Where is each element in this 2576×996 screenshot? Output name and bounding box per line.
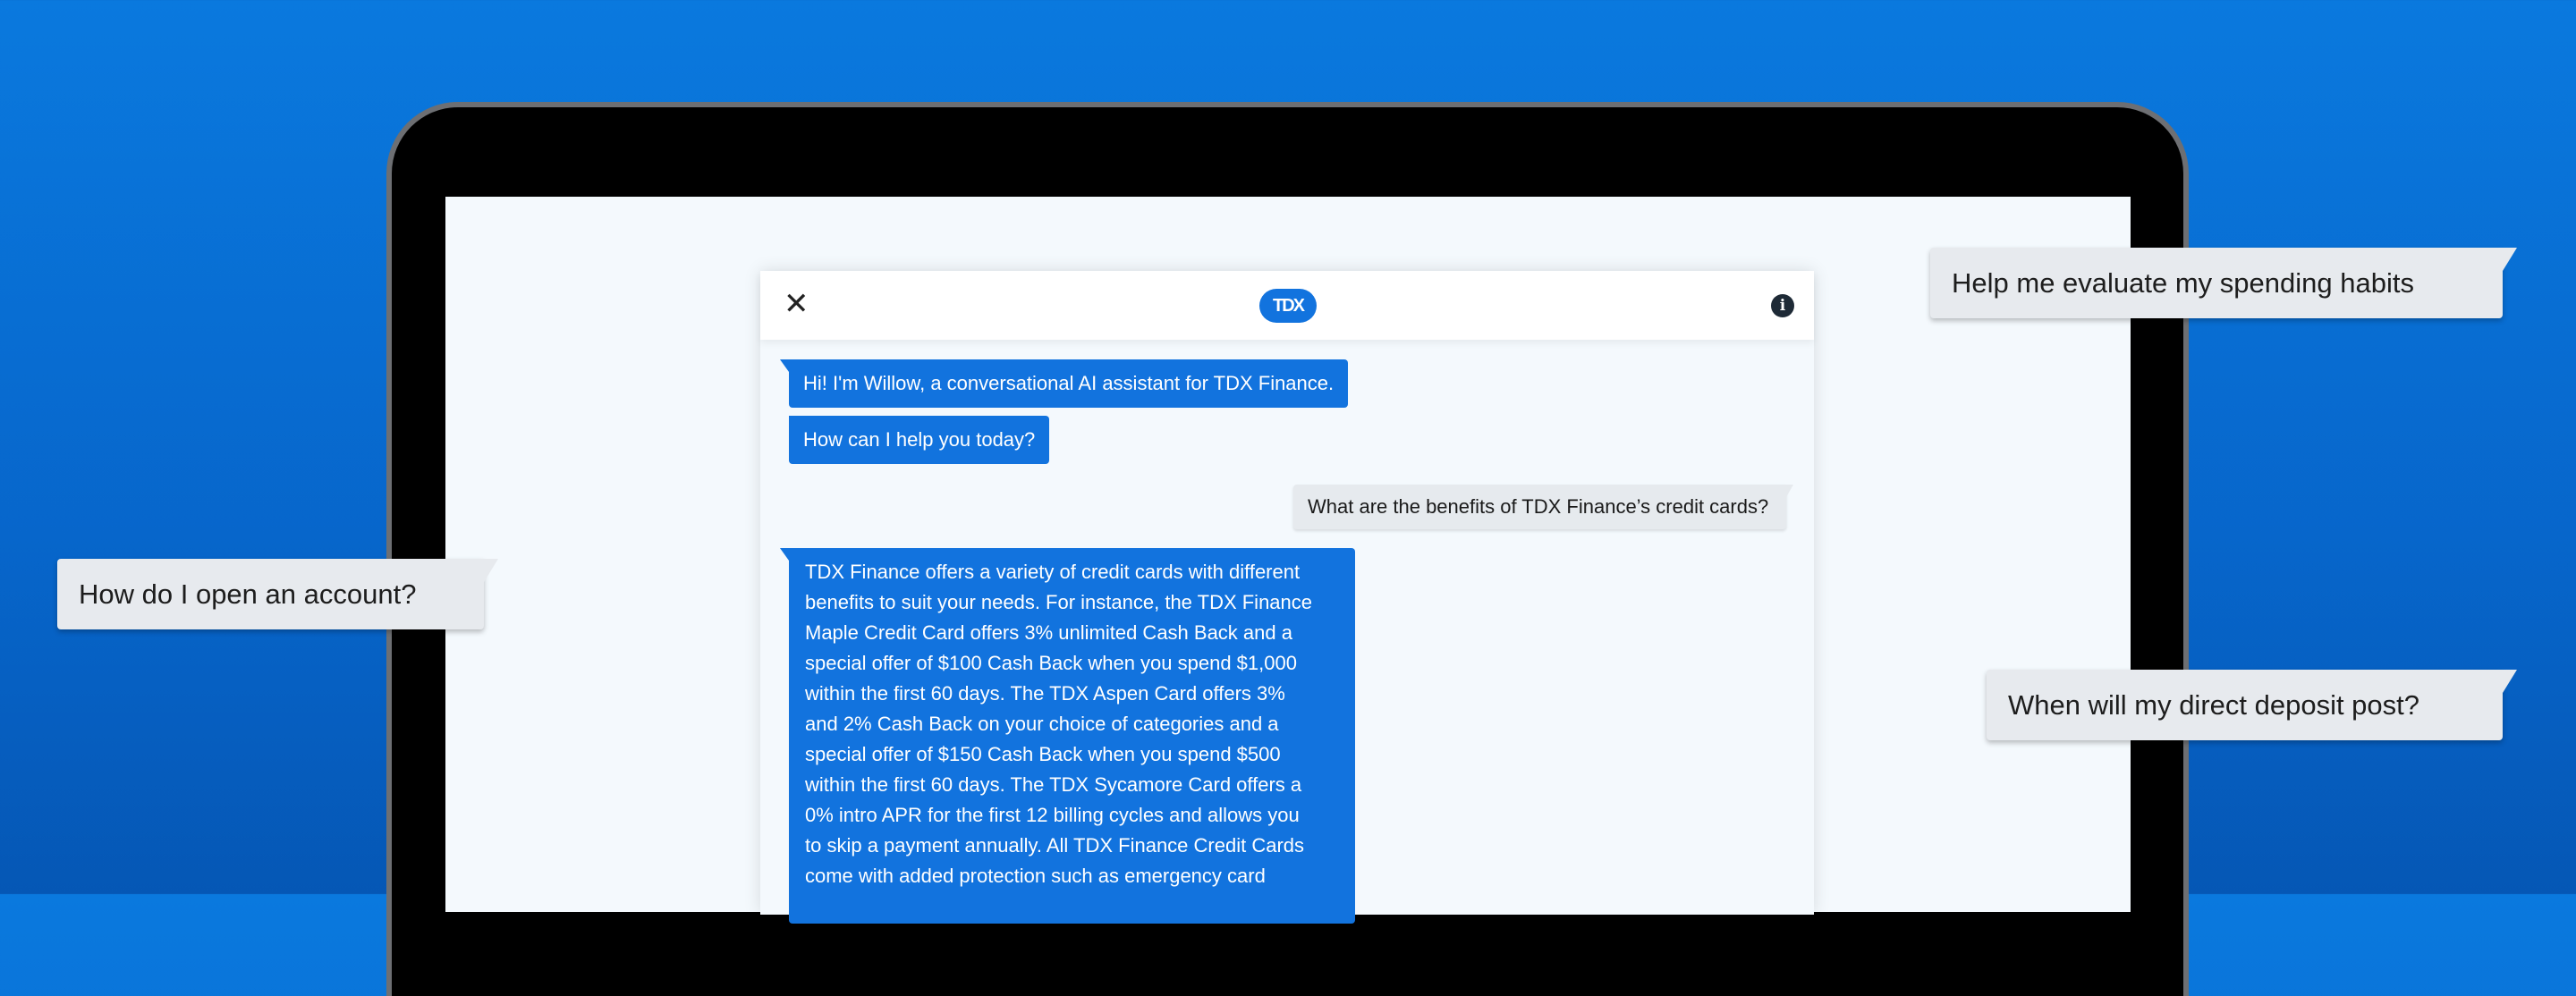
bot-message-long: TDX Finance offers a variety of credit c… bbox=[789, 548, 1355, 924]
message-line: special offer of $150 Cash Back when you… bbox=[805, 739, 1339, 770]
tdx-logo: TDX bbox=[1259, 289, 1317, 323]
message-line: special offer of $100 Cash Back when you… bbox=[805, 648, 1339, 679]
suggestion-open-account[interactable]: How do I open an account? bbox=[57, 559, 484, 629]
message-line: 0% intro APR for the first 12 billing cy… bbox=[805, 800, 1339, 831]
message-line: within the first 60 days. The TDX Aspen … bbox=[805, 679, 1339, 709]
message-line: come with added protection such as emerg… bbox=[805, 861, 1339, 891]
message-line: and 2% Cash Back on your choice of categ… bbox=[805, 709, 1339, 739]
suggestion-direct-deposit[interactable]: When will my direct deposit post? bbox=[1987, 670, 2503, 740]
message-line: within the first 60 days. The TDX Sycamo… bbox=[805, 770, 1339, 800]
message-line: benefits to suit your needs. For instanc… bbox=[805, 587, 1339, 618]
message-line: Maple Credit Card offers 3% unlimited Ca… bbox=[805, 618, 1339, 648]
message-line: to skip a payment annually. All TDX Fina… bbox=[805, 831, 1339, 861]
message-line: TDX Finance offers a variety of credit c… bbox=[805, 557, 1339, 587]
chat-header: ✕ TDX i bbox=[760, 271, 1814, 340]
close-icon[interactable]: ✕ bbox=[784, 289, 809, 319]
info-icon[interactable]: i bbox=[1771, 294, 1794, 317]
suggestion-spending-habits[interactable]: Help me evaluate my spending habits bbox=[1930, 248, 2503, 318]
user-message: What are the benefits of TDX Finance’s c… bbox=[1293, 485, 1786, 529]
chat-panel: ✕ TDX i Hi! I'm Willow, a conversational… bbox=[760, 271, 1814, 915]
bot-message: Hi! I'm Willow, a conversational AI assi… bbox=[789, 359, 1348, 408]
bot-message: How can I help you today? bbox=[789, 416, 1049, 464]
